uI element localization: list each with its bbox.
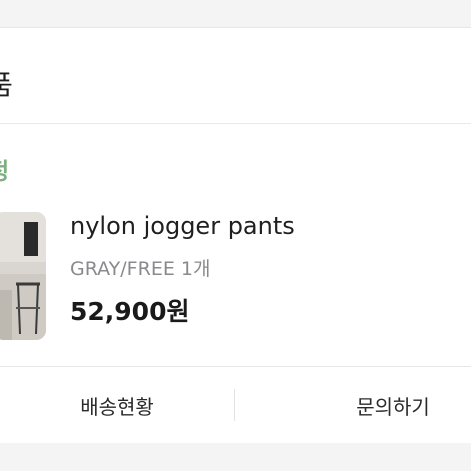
order-detail-screen: 품 정 nylon jogger pants GRAY/FREE 1개 52,9…: [0, 0, 471, 471]
product-option: GRAY/FREE 1개: [70, 258, 211, 280]
inquiry-button[interactable]: 문의하기: [235, 367, 471, 443]
product-price: 52,900원: [70, 297, 190, 326]
section-header-title: 품: [0, 70, 13, 102]
bottom-separator-band: [0, 443, 471, 471]
product-thumbnail-image[interactable]: [0, 212, 46, 340]
order-status-label: 정: [0, 152, 9, 186]
delivery-status-button[interactable]: 배송현황: [0, 367, 234, 443]
product-section-header: 품: [0, 28, 471, 124]
order-actions-bar: 배송현황 문의하기: [0, 366, 471, 444]
product-name[interactable]: nylon jogger pants: [70, 212, 295, 240]
order-item-card[interactable]: 정 nylon jogger pants GRAY/FREE 1개 52,900…: [0, 124, 471, 365]
product-photo-graphic: [0, 212, 46, 340]
top-separator-band: [0, 0, 471, 28]
